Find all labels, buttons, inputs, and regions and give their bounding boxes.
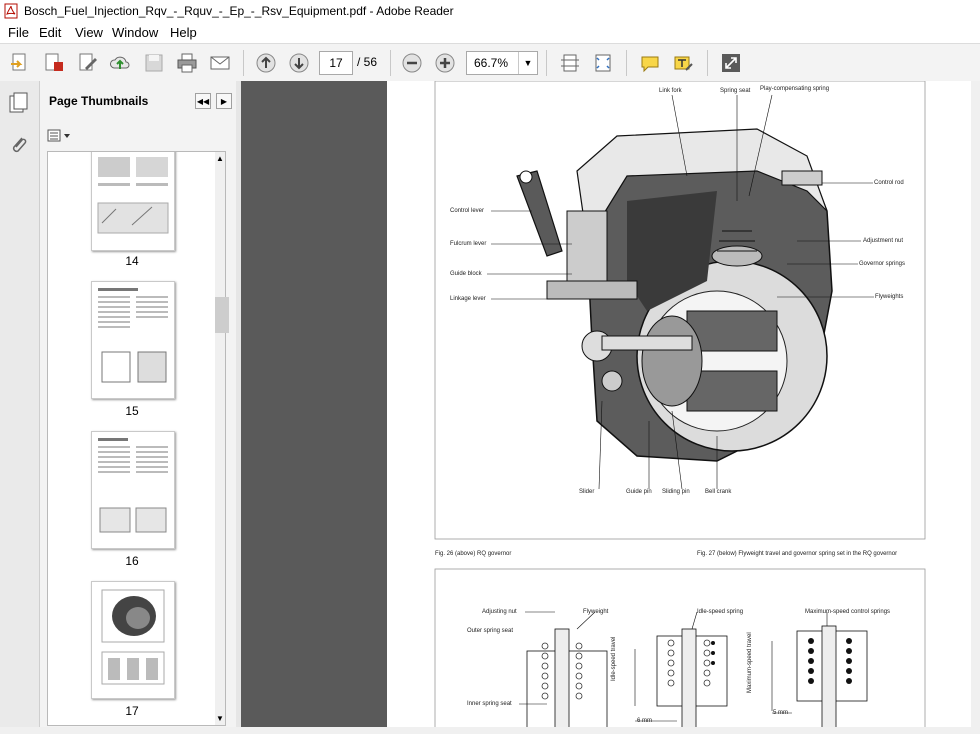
- label-maximum-speed-travel: Maximum-speed travel: [747, 632, 753, 693]
- options-menu-icon: [47, 129, 70, 142]
- title-bar: Bosch_Fuel_Injection_Rqv_-_Rquv_-_Ep_-_R…: [0, 0, 980, 22]
- page-number-input[interactable]: 17: [319, 51, 353, 75]
- caption-fig-26: Fig. 26 (above) RQ governor: [435, 551, 512, 557]
- menu-help[interactable]: Help: [170, 25, 197, 40]
- label-idle-speed-spring: Idle-speed spring: [697, 609, 744, 615]
- email-icon[interactable]: [208, 51, 232, 75]
- pane-header: Page Thumbnails ◀◀ ▶: [40, 81, 236, 121]
- label-flyweights: Flyweights: [875, 294, 904, 300]
- menu-bar: File Edit View Window Help: [0, 22, 980, 43]
- label-sliding-pin: Sliding pin: [662, 489, 690, 495]
- scrolling-mode-icon[interactable]: [558, 51, 582, 75]
- bottom-scrollbar[interactable]: [0, 727, 980, 734]
- save-icon[interactable]: [142, 51, 166, 75]
- pdf-page: Link fork Spring seat Play-compensating …: [387, 81, 971, 734]
- label-flyweight: Flyweight: [583, 609, 609, 615]
- label-linkage-lever: Linkage lever: [450, 296, 486, 302]
- pdf-app-icon: [4, 3, 18, 19]
- previous-page-icon[interactable]: [254, 51, 278, 75]
- zoom-out-icon[interactable]: [400, 51, 424, 75]
- label-spring-seat: Spring seat: [720, 88, 751, 94]
- window-title: Bosch_Fuel_Injection_Rqv_-_Rquv_-_Ep_-_R…: [24, 4, 454, 18]
- thumbnail-scroll-thumb[interactable]: [215, 297, 229, 333]
- highlight-text-icon[interactable]: [671, 51, 695, 75]
- full-screen-icon[interactable]: [719, 51, 743, 75]
- label-maximum-speed-springs: Maximum-speed control springs: [805, 609, 891, 615]
- fit-page-icon[interactable]: [591, 51, 615, 75]
- open-file-icon[interactable]: [8, 51, 32, 75]
- governor-cutaway-figure: [434, 81, 926, 734]
- expand-pane-icon[interactable]: ▶: [216, 93, 232, 109]
- menu-file[interactable]: File: [8, 25, 29, 40]
- caption-fig-27: Fig. 27 (below) Flyweight travel and gov…: [697, 551, 898, 557]
- comment-icon[interactable]: [638, 51, 662, 75]
- label-adjusting-nut: Adjusting nut: [482, 609, 517, 615]
- thumbnail-page-15[interactable]: [91, 281, 175, 399]
- pane-title: Page Thumbnails: [49, 94, 149, 108]
- label-link-fork: Link fork: [659, 88, 682, 94]
- thumbnail-scrollbar[interactable]: ▲ ▼: [215, 152, 225, 725]
- label-adjustment-nut: Adjustment nut: [863, 238, 904, 244]
- document-view[interactable]: Link fork Spring seat Play-compensating …: [241, 81, 971, 734]
- chevron-down-icon[interactable]: ▼: [518, 52, 537, 74]
- next-page-icon[interactable]: [287, 51, 311, 75]
- page-count: / 56: [357, 55, 378, 69]
- label-fulcrum-lever: Fulcrum lever: [450, 241, 487, 247]
- toolbar-separator: [546, 50, 547, 76]
- toolbar: 17 / 56 66.7% ▼: [0, 43, 980, 82]
- zoom-value: 66.7%: [474, 56, 509, 70]
- left-rail: [0, 81, 40, 734]
- thumbnail-list[interactable]: 14 15 16 17 ▲ ▼: [47, 151, 226, 726]
- label-inner-spring-seat: Inner spring seat: [467, 701, 512, 707]
- page-preview: [97, 157, 169, 234]
- scroll-down-icon[interactable]: ▼: [216, 714, 224, 723]
- thumbnail-page-17[interactable]: [91, 581, 175, 699]
- thumbnail-page-16[interactable]: [91, 431, 175, 549]
- scroll-up-icon[interactable]: ▲: [216, 154, 224, 163]
- thumbnail-label: 17: [125, 704, 139, 718]
- zoom-select[interactable]: 66.7% ▼: [466, 51, 538, 75]
- thumbnail-label: 16: [125, 554, 139, 568]
- toolbar-separator: [707, 50, 708, 76]
- toolbar-separator: [243, 50, 244, 76]
- label-control-lever: Control lever: [450, 208, 485, 214]
- label-6mm: 6 mm: [637, 718, 652, 724]
- zoom-in-icon[interactable]: [433, 51, 457, 75]
- label-5mm: 5 mm: [773, 710, 788, 716]
- page-preview: [98, 288, 168, 383]
- label-bell-crank: Bell crank: [705, 489, 732, 495]
- page-preview: [101, 589, 165, 685]
- menu-view[interactable]: View: [75, 25, 103, 40]
- thumbnail-page-14[interactable]: [91, 152, 175, 251]
- thumbnail-options-button[interactable]: [47, 128, 73, 146]
- label-control-rod: Control rod: [874, 180, 904, 186]
- toolbar-separator: [390, 50, 391, 76]
- menu-window[interactable]: Window: [112, 25, 158, 40]
- label-idle-speed-travel: Idle-speed travel: [611, 636, 617, 681]
- create-pdf-icon[interactable]: [42, 51, 66, 75]
- label-outer-spring-seat: Outer spring seat: [467, 628, 514, 634]
- cloud-upload-icon[interactable]: [108, 51, 132, 75]
- menu-edit[interactable]: Edit: [39, 25, 61, 40]
- thumbnails-pane: Page Thumbnails ◀◀ ▶ 14 15 16 17 ▲ ▼: [40, 81, 237, 734]
- attachments-icon[interactable]: [8, 133, 30, 157]
- label-guide-block: Guide block: [450, 271, 482, 277]
- print-icon[interactable]: [175, 51, 199, 75]
- thumbnail-label: 15: [125, 404, 139, 418]
- thumbnail-label: 14: [125, 254, 139, 268]
- page-preview: [98, 438, 168, 533]
- label-governor-springs: Governor springs: [859, 261, 906, 267]
- label-slider: Slider: [579, 489, 595, 495]
- collapse-pane-icon[interactable]: ◀◀: [195, 93, 211, 109]
- label-play-compensating-spring: Play-compensating spring: [760, 86, 830, 92]
- document-scrollbar[interactable]: [971, 81, 980, 734]
- label-guide-pin: Guide pin: [626, 489, 652, 495]
- page-thumbnails-icon[interactable]: [8, 91, 30, 115]
- edit-document-icon[interactable]: [76, 51, 100, 75]
- toolbar-separator: [626, 50, 627, 76]
